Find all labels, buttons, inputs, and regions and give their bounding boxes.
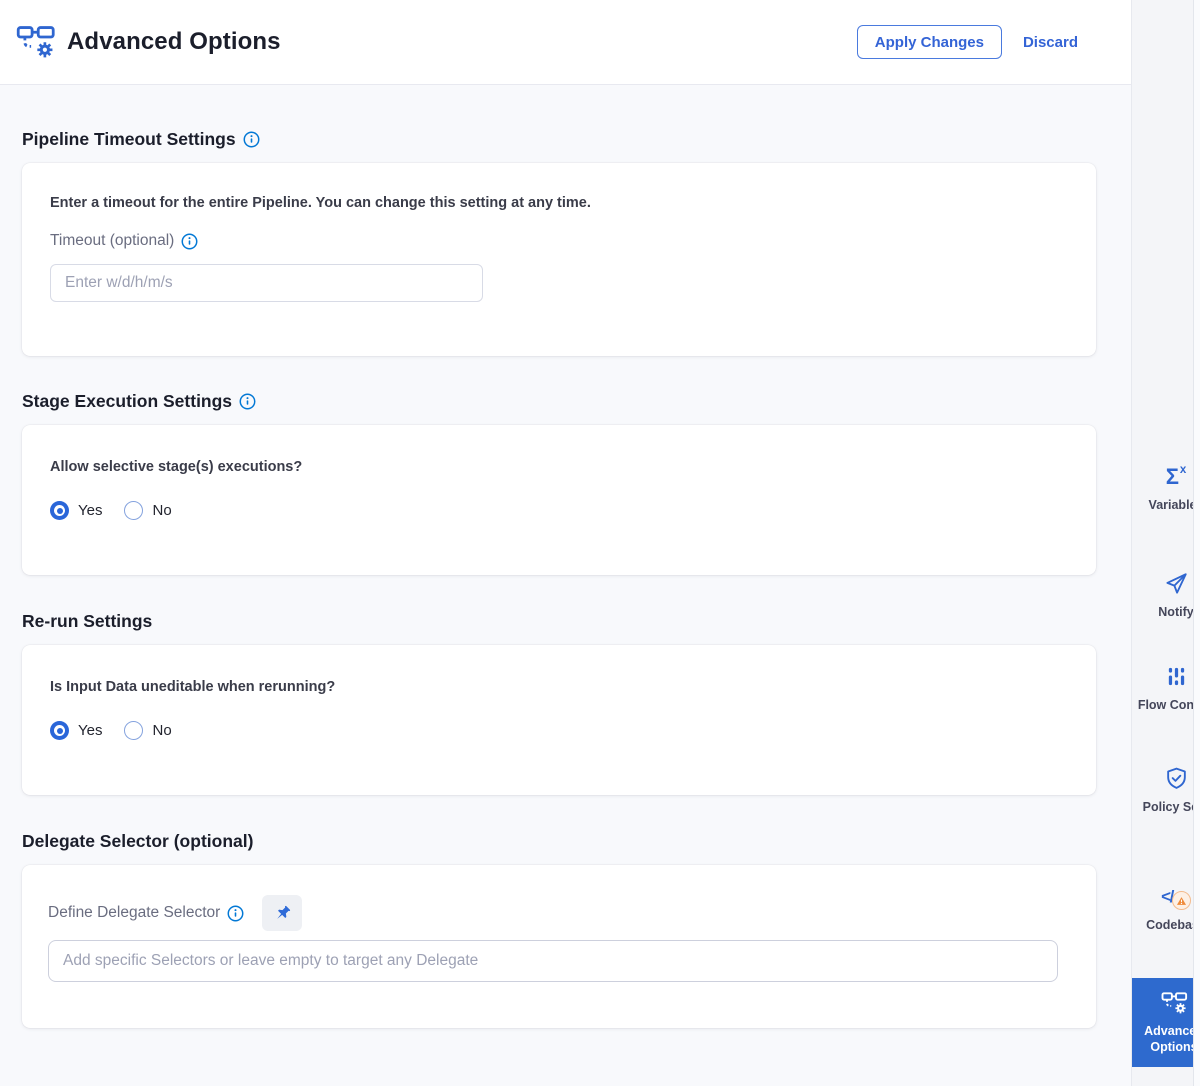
delegate-selector-card: Define Delegate Selector <box>22 865 1096 1028</box>
sidebar-item-label: Notify <box>1134 604 1200 620</box>
pipeline-timeout-heading-text: Pipeline Timeout Settings <box>22 128 236 150</box>
delegate-selector-input[interactable] <box>48 940 1058 982</box>
sidebar-item-label: Flow Control <box>1134 697 1200 713</box>
sidebar-item-flow-control[interactable]: Flow Control <box>1134 663 1200 713</box>
section-heading-stage-execution: Stage Execution Settings <box>22 390 1096 412</box>
radio-icon <box>50 721 69 740</box>
panel-header: Advanced Options Apply Changes Discard <box>0 0 1131 85</box>
flowchart-gear-icon <box>1161 989 1188 1016</box>
right-panel-edge <box>1193 0 1200 1086</box>
sidebar-item-label: Policy Sets <box>1134 799 1200 815</box>
code-warning-icon: </ <box>1161 883 1191 910</box>
pipeline-timeout-card: Enter a timeout for the entire Pipeline.… <box>22 163 1096 356</box>
timeout-label-row: Timeout (optional) <box>50 232 1068 250</box>
section-heading-rerun: Re-run Settings <box>22 610 1096 632</box>
right-toolbar: Σx Variables Notify Flow Control Policy … <box>1131 0 1200 1086</box>
advanced-options-panel: Pipeline Timeout Settings Enter a timeou… <box>0 85 1131 1086</box>
sidebar-item-label: Codebase <box>1134 917 1200 933</box>
radio-label: No <box>152 722 171 739</box>
timeout-field-label: Timeout (optional) <box>50 232 174 250</box>
sidebar-item-variables[interactable]: Σx Variables <box>1134 463 1200 513</box>
rerun-question: Is Input Data uneditable when rerunning? <box>50 679 1068 695</box>
delegate-field-label: Define Delegate Selector <box>48 904 220 922</box>
advanced-options-icon <box>16 23 58 61</box>
info-icon[interactable] <box>227 905 244 922</box>
sidebar-item-codebase[interactable]: </ Codebase <box>1134 883 1200 933</box>
sidebar-item-notify[interactable]: Notify <box>1134 570 1200 620</box>
sidebar-item-policy-sets[interactable]: Policy Sets <box>1134 765 1200 815</box>
radio-option-no[interactable]: No <box>124 721 171 740</box>
radio-option-yes[interactable]: Yes <box>50 721 102 740</box>
rerun-radio-group: Yes No <box>50 721 1068 740</box>
radio-label: Yes <box>78 722 102 739</box>
timeout-description: Enter a timeout for the entire Pipeline.… <box>50 195 1068 211</box>
pin-delegate-button[interactable] <box>262 895 302 931</box>
radio-icon <box>124 721 143 740</box>
stage-execution-question: Allow selective stage(s) executions? <box>50 459 1068 475</box>
info-icon[interactable] <box>181 233 198 250</box>
delegate-heading-text: Delegate Selector (optional) <box>22 830 253 852</box>
section-heading-delegate-selector: Delegate Selector (optional) <box>22 830 1096 852</box>
apply-changes-button[interactable]: Apply Changes <box>857 25 1002 59</box>
info-icon[interactable] <box>243 131 260 148</box>
rerun-heading-text: Re-run Settings <box>22 610 152 632</box>
radio-label: No <box>152 502 171 519</box>
paper-plane-icon <box>1163 570 1189 597</box>
stage-execution-heading-text: Stage Execution Settings <box>22 390 232 412</box>
sliders-icon <box>1165 663 1188 690</box>
sidebar-item-advanced-options[interactable]: Advanced Options <box>1132 978 1200 1067</box>
page-title: Advanced Options <box>67 28 281 56</box>
radio-icon <box>124 501 143 520</box>
pushpin-icon <box>269 900 296 927</box>
rerun-card: Is Input Data uneditable when rerunning?… <box>22 645 1096 795</box>
shield-check-icon <box>1164 765 1189 792</box>
radio-option-yes[interactable]: Yes <box>50 501 102 520</box>
delegate-label-row: Define Delegate Selector <box>48 895 1070 931</box>
radio-option-no[interactable]: No <box>124 501 171 520</box>
info-icon[interactable] <box>239 393 256 410</box>
stage-execution-radio-group: Yes No <box>50 501 1068 520</box>
sidebar-item-label: Advanced Options <box>1132 1023 1200 1055</box>
radio-label: Yes <box>78 502 102 519</box>
radio-icon <box>50 501 69 520</box>
timeout-input[interactable] <box>50 264 483 302</box>
sidebar-item-label: Variables <box>1134 497 1200 513</box>
section-heading-pipeline-timeout: Pipeline Timeout Settings <box>22 128 1096 150</box>
stage-execution-card: Allow selective stage(s) executions? Yes… <box>22 425 1096 575</box>
sigma-x-icon: Σx <box>1166 463 1187 490</box>
discard-button[interactable]: Discard <box>1023 34 1078 51</box>
